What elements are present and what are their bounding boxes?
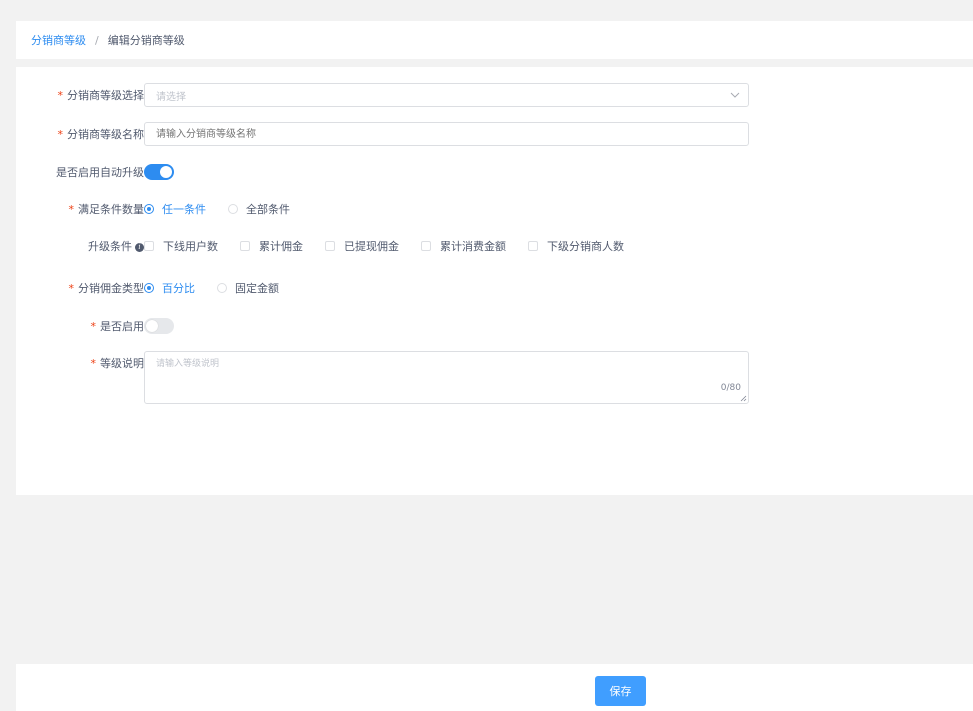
- upgrade-conditions-label: 升级条件 i: [16, 238, 144, 254]
- required-mark: *: [68, 282, 75, 295]
- checkbox-box: [240, 241, 250, 251]
- enabled-switch[interactable]: [144, 318, 174, 334]
- checkbox-box: [325, 241, 335, 251]
- radio-dot: [217, 283, 227, 293]
- upgrade-conditions-checkbox-group: 下线用户数 累计佣金 已提现佣金 累计消费金额 下级分销商人数: [144, 238, 646, 254]
- form-row-level-name: * 分销商等级名称: [16, 122, 145, 146]
- breadcrumb-parent-link[interactable]: 分销商等级: [31, 32, 86, 48]
- form-row-commission-type: * 分销佣金类型: [16, 280, 145, 296]
- level-select-label: * 分销商等级选择: [57, 89, 145, 102]
- required-mark: *: [57, 89, 64, 102]
- required-mark: *: [68, 203, 75, 216]
- required-mark: *: [57, 128, 64, 141]
- description-placeholder: 请输入等级说明: [156, 359, 220, 369]
- checkbox-total-commission[interactable]: 累计佣金: [240, 238, 303, 254]
- form-row-auto-upgrade: 是否启用自动升级: [16, 163, 144, 181]
- switch-knob: [146, 320, 158, 332]
- checkbox-box: [421, 241, 431, 251]
- required-mark: *: [90, 320, 97, 333]
- resize-handle-icon[interactable]: [740, 395, 747, 402]
- footer-bar: 保存: [16, 664, 973, 711]
- checkbox-withdrawn-commission[interactable]: 已提现佣金: [325, 238, 399, 254]
- radio-percentage[interactable]: 百分比: [144, 280, 195, 296]
- form-row-level-select: * 分销商等级选择: [16, 83, 145, 107]
- level-name-input[interactable]: [144, 122, 749, 146]
- form-row-upgrade-conditions: 升级条件 i: [16, 238, 144, 254]
- radio-dot: [228, 204, 238, 214]
- breadcrumb-separator: /: [95, 33, 99, 47]
- radio-dot: [144, 204, 154, 214]
- commission-type-radio-group: 百分比 固定金额: [144, 280, 301, 296]
- enabled-label: * 是否启用: [90, 320, 145, 333]
- description-label: * 等级说明: [90, 357, 145, 370]
- auto-upgrade-label: 是否启用自动升级: [56, 166, 144, 179]
- checkbox-total-consumption[interactable]: 累计消费金额: [421, 238, 506, 254]
- level-name-label: * 分销商等级名称: [57, 128, 145, 141]
- level-select-placeholder: 请选择: [156, 91, 186, 103]
- character-counter: 0/80: [720, 383, 741, 393]
- level-select[interactable]: 请选择: [144, 83, 749, 107]
- form-row-condition-count: * 满足条件数量: [16, 201, 145, 217]
- radio-all-conditions[interactable]: 全部条件: [228, 201, 290, 217]
- commission-type-label: * 分销佣金类型: [68, 282, 145, 295]
- save-button[interactable]: 保存: [595, 676, 646, 706]
- checkbox-downline-users[interactable]: 下线用户数: [144, 238, 218, 254]
- chevron-down-icon: [730, 92, 740, 98]
- checkbox-box: [528, 241, 538, 251]
- radio-dot: [144, 283, 154, 293]
- checkbox-box: [144, 241, 154, 251]
- condition-count-radio-group: 任一条件 全部条件: [144, 201, 312, 217]
- form-row-description: * 等级说明: [16, 355, 145, 371]
- radio-fixed-amount[interactable]: 固定金额: [217, 280, 279, 296]
- auto-upgrade-switch[interactable]: [144, 164, 174, 180]
- switch-knob: [160, 166, 172, 178]
- form-row-enabled: * 是否启用: [16, 317, 145, 335]
- condition-count-label: * 满足条件数量: [68, 203, 145, 216]
- checkbox-sub-distributors[interactable]: 下级分销商人数: [528, 238, 624, 254]
- breadcrumb-current: 编辑分销商等级: [107, 34, 185, 47]
- required-mark: *: [90, 357, 97, 370]
- form-card: *分销商等级选择 请选择 *分销商等级名称 是否启用自动升级 *满足条件数量 任…: [16, 67, 973, 495]
- radio-any-condition[interactable]: 任一条件: [144, 201, 206, 217]
- info-icon[interactable]: i: [135, 243, 144, 252]
- breadcrumb: 分销商等级 / 编辑分销商等级: [16, 21, 973, 59]
- description-textarea[interactable]: 请输入等级说明 0/80: [144, 351, 749, 404]
